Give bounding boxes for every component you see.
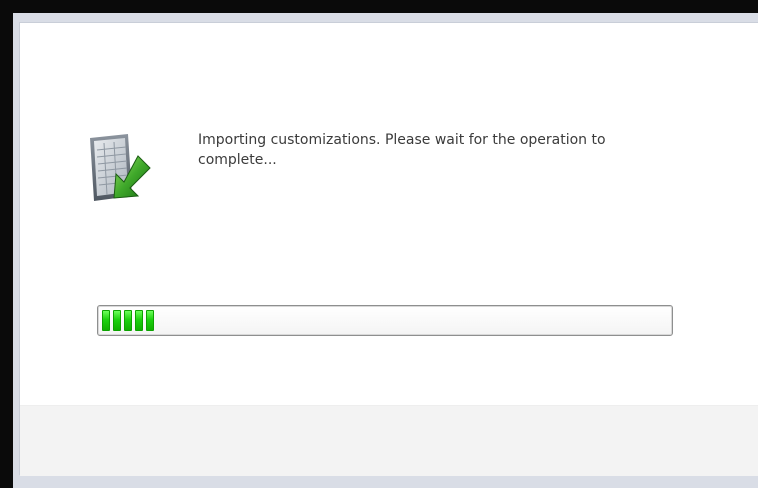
dialog-footer (20, 405, 758, 476)
progress-dialog: Importing customizations. Please wait fo… (19, 22, 758, 476)
progress-track (102, 310, 668, 331)
progress-segment (146, 310, 154, 331)
progress-segment (113, 310, 121, 331)
status-message: Importing customizations. Please wait fo… (198, 132, 606, 168)
outer-frame: Importing customizations. Please wait fo… (0, 0, 758, 488)
dialog-content: Importing customizations. Please wait fo… (20, 23, 758, 405)
progress-segment (135, 310, 143, 331)
progress-segment (124, 310, 132, 331)
progress-fill (102, 310, 154, 331)
import-document-icon (78, 128, 158, 210)
progress-segment (102, 310, 110, 331)
import-progress-bar (97, 305, 673, 336)
